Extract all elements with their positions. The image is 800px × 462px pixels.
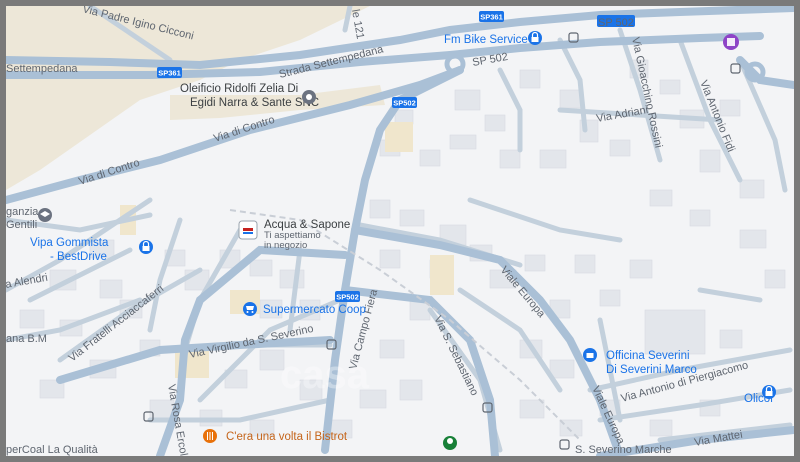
label-ganzia: ganzia [6,206,39,218]
label-zona-bm: ana B.M [6,333,47,345]
restaurant-icon[interactable] [203,429,217,443]
shield-sp502-b: SP502 [335,291,360,302]
poi-sub-acqua-2: in negozio [264,240,307,251]
poi-label-oleificio-2[interactable]: Egidi Narra & Sante SNC [190,97,319,109]
svg-text:SP361: SP361 [480,13,503,22]
cart-icon[interactable] [243,302,257,316]
lock-icon[interactable] [139,240,153,254]
school-icon [38,208,52,222]
place-icon[interactable] [302,90,316,104]
shield-sp502-a: SP502 [392,97,417,108]
poi-label-vipa-1[interactable]: Vipa Gommista [30,237,109,249]
poi-label-officina-1[interactable]: Officina Severini [606,350,690,362]
lock-icon[interactable] [762,385,776,399]
store-icon[interactable] [238,220,258,240]
label-gentili: Gentili [6,219,37,231]
shield-sp361-top: SP361 [479,11,504,22]
poi-label-vipa-2[interactable]: - BestDrive [50,251,107,263]
watermark: casa [280,353,370,397]
label-settempedana-left: Settempedana [6,63,78,75]
poi-label-oleificio-1[interactable]: Oleificio Ridolfi Zelia Di [180,83,298,95]
svg-text:SP502: SP502 [336,293,359,302]
label-severino-marche: S. Severino Marche [575,444,672,456]
label-sp502-top: SP 502 [598,17,634,29]
store-icon[interactable] [583,348,597,362]
poi-label-bistrot[interactable]: C'era una volta il Bistrot [226,431,348,443]
park-icon [443,436,457,450]
label-percoal: perCoal La Qualità [6,444,99,456]
poi-label-fm-bike[interactable]: Fm Bike Service [444,34,528,46]
map-svg[interactable]: Via Padre Igino Cicconi Settempedana Str… [6,6,794,456]
map-canvas[interactable]: Via Padre Igino Cicconi Settempedana Str… [6,6,794,456]
map-frame: Via Padre Igino Cicconi Settempedana Str… [0,0,800,462]
poi-label-officina-2[interactable]: Di Severini Marco [606,364,697,376]
poi-label-coop[interactable]: Supermercato Coop [263,304,366,316]
svg-text:SP502: SP502 [393,99,416,108]
svg-text:SP361: SP361 [158,69,181,78]
shield-sp361-left: SP361 [157,67,182,78]
lock-icon[interactable] [528,31,542,45]
attraction-icon[interactable] [723,34,739,50]
